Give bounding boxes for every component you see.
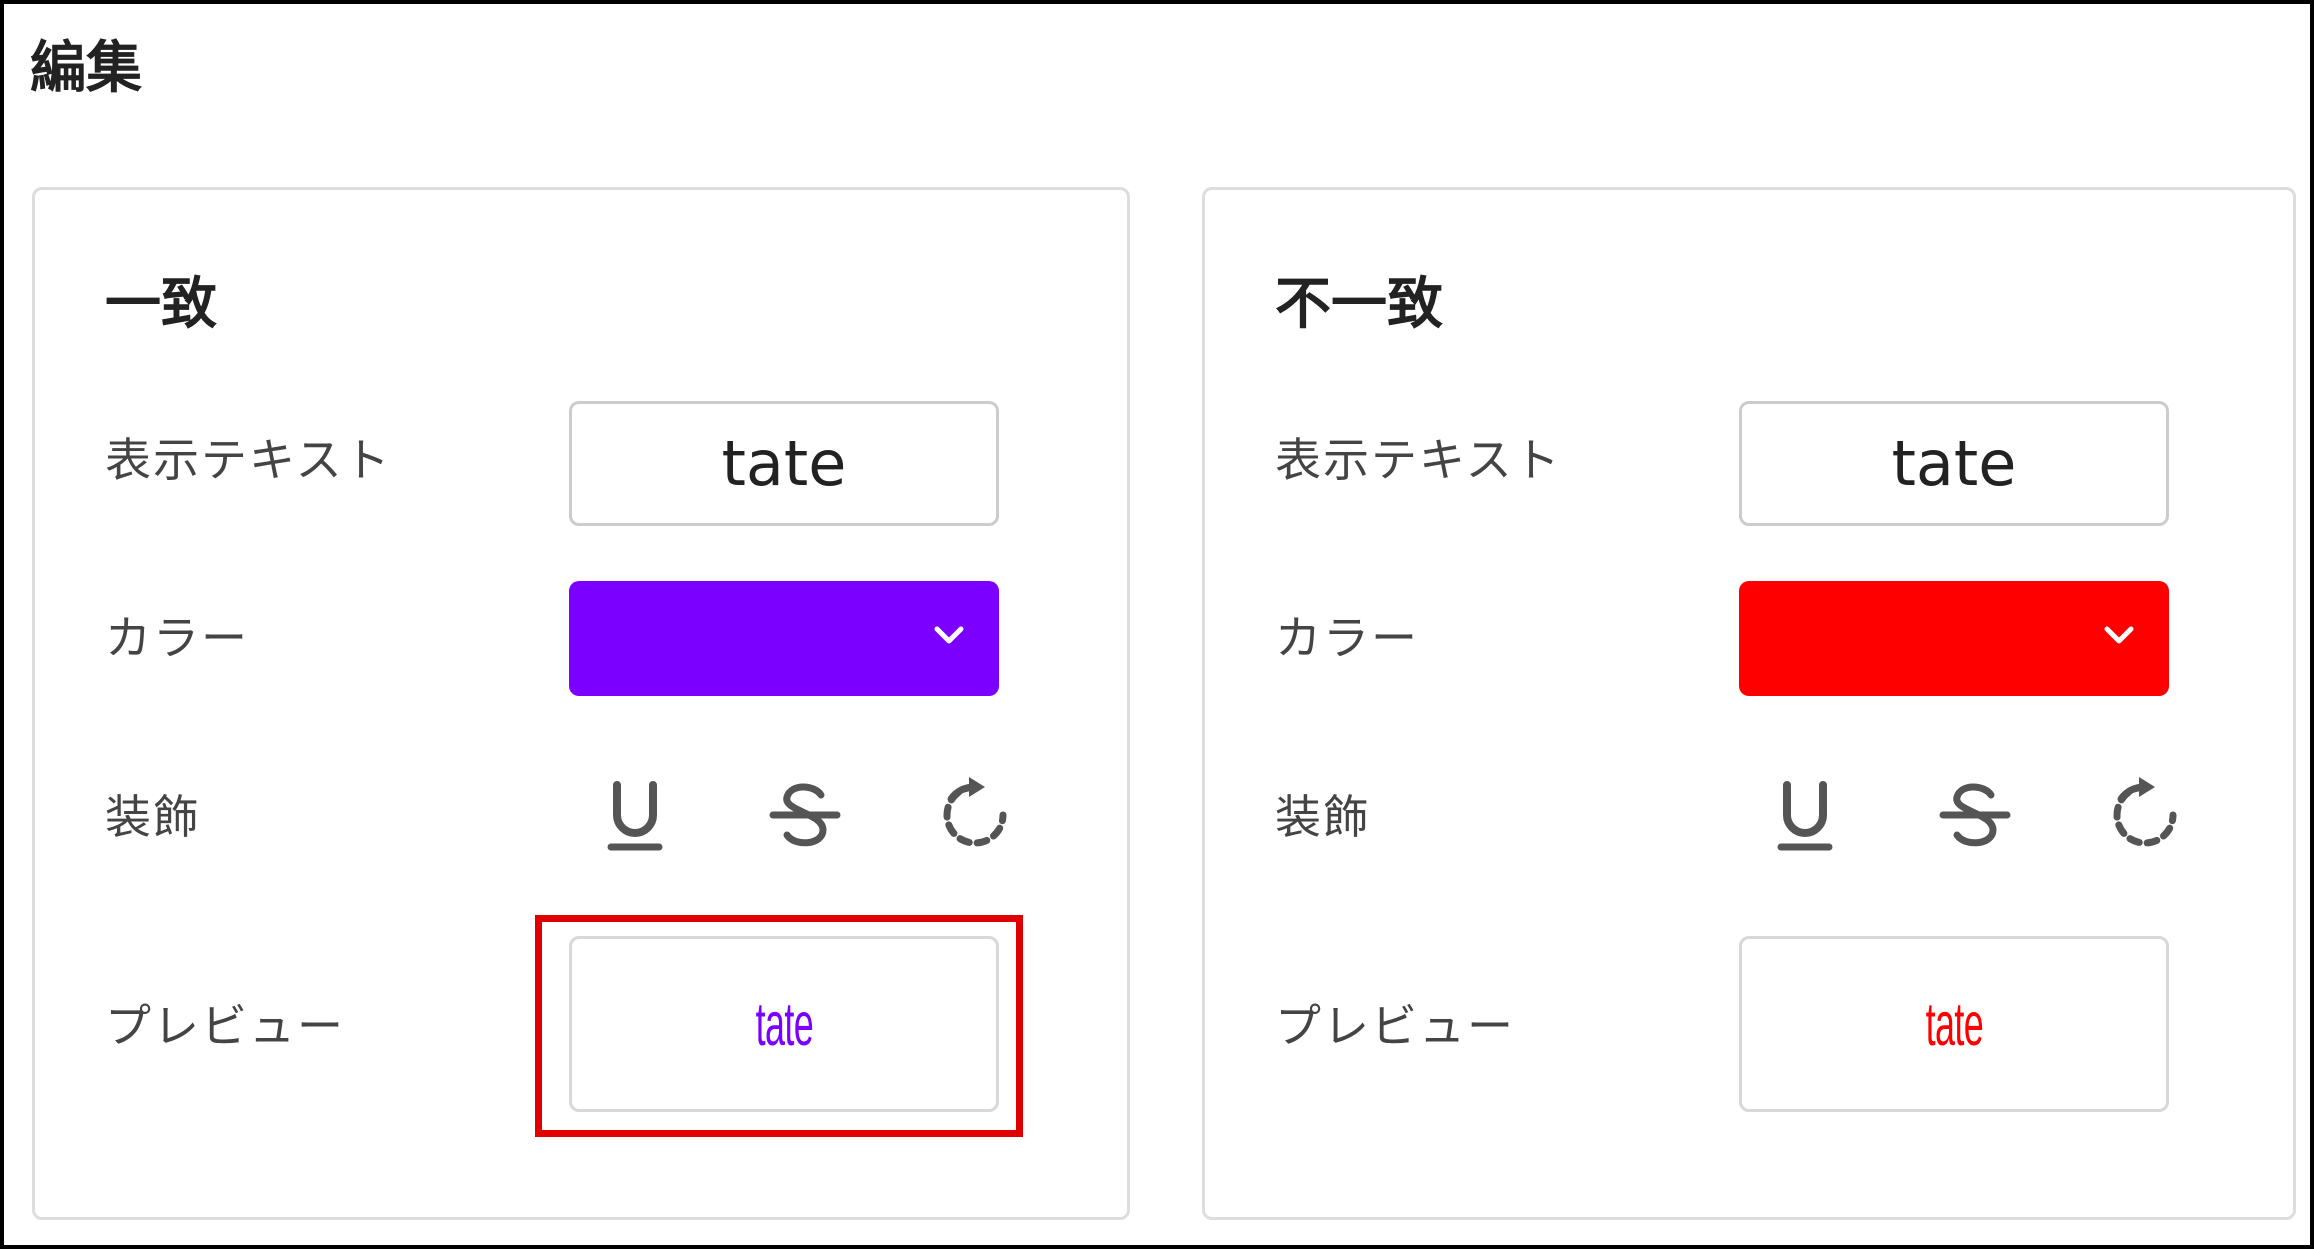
highlight-annotation xyxy=(535,915,1023,1137)
preview-box: tate xyxy=(1739,936,2169,1112)
mismatch-panel: 不一致 表示テキスト カラー 装飾 プレビュー tate xyxy=(1202,187,2296,1220)
preview-text: tate xyxy=(1925,989,1983,1059)
color-select[interactable] xyxy=(1739,581,2169,696)
color-label: カラー xyxy=(105,611,249,665)
rotate-icon[interactable] xyxy=(935,775,1015,855)
display-text-label: 表示テキスト xyxy=(105,433,392,487)
display-text-label: 表示テキスト xyxy=(1275,433,1562,487)
underline-icon[interactable] xyxy=(595,775,675,855)
page-title: 編集 xyxy=(30,36,142,101)
color-select[interactable] xyxy=(569,581,999,696)
strikethrough-icon[interactable] xyxy=(1935,775,2015,855)
underline-icon[interactable] xyxy=(1765,775,1845,855)
panel-title-mismatch: 不一致 xyxy=(1275,272,1443,337)
display-text-input[interactable] xyxy=(1739,401,2169,526)
panel-title-match: 一致 xyxy=(105,272,217,337)
display-text-input[interactable] xyxy=(569,401,999,526)
color-label: カラー xyxy=(1275,611,1419,665)
decoration-label: 装飾 xyxy=(105,790,201,844)
chevron-down-icon xyxy=(934,626,964,644)
strikethrough-icon[interactable] xyxy=(765,775,845,855)
edit-dialog: 編集 一致 表示テキスト カラー 装飾 プレビュー tate xyxy=(0,0,2314,1249)
preview-label: プレビュー xyxy=(1275,999,1515,1053)
chevron-down-icon xyxy=(2104,626,2134,644)
rotate-icon[interactable] xyxy=(2105,775,2185,855)
preview-label: プレビュー xyxy=(105,999,345,1053)
decoration-label: 装飾 xyxy=(1275,790,1371,844)
